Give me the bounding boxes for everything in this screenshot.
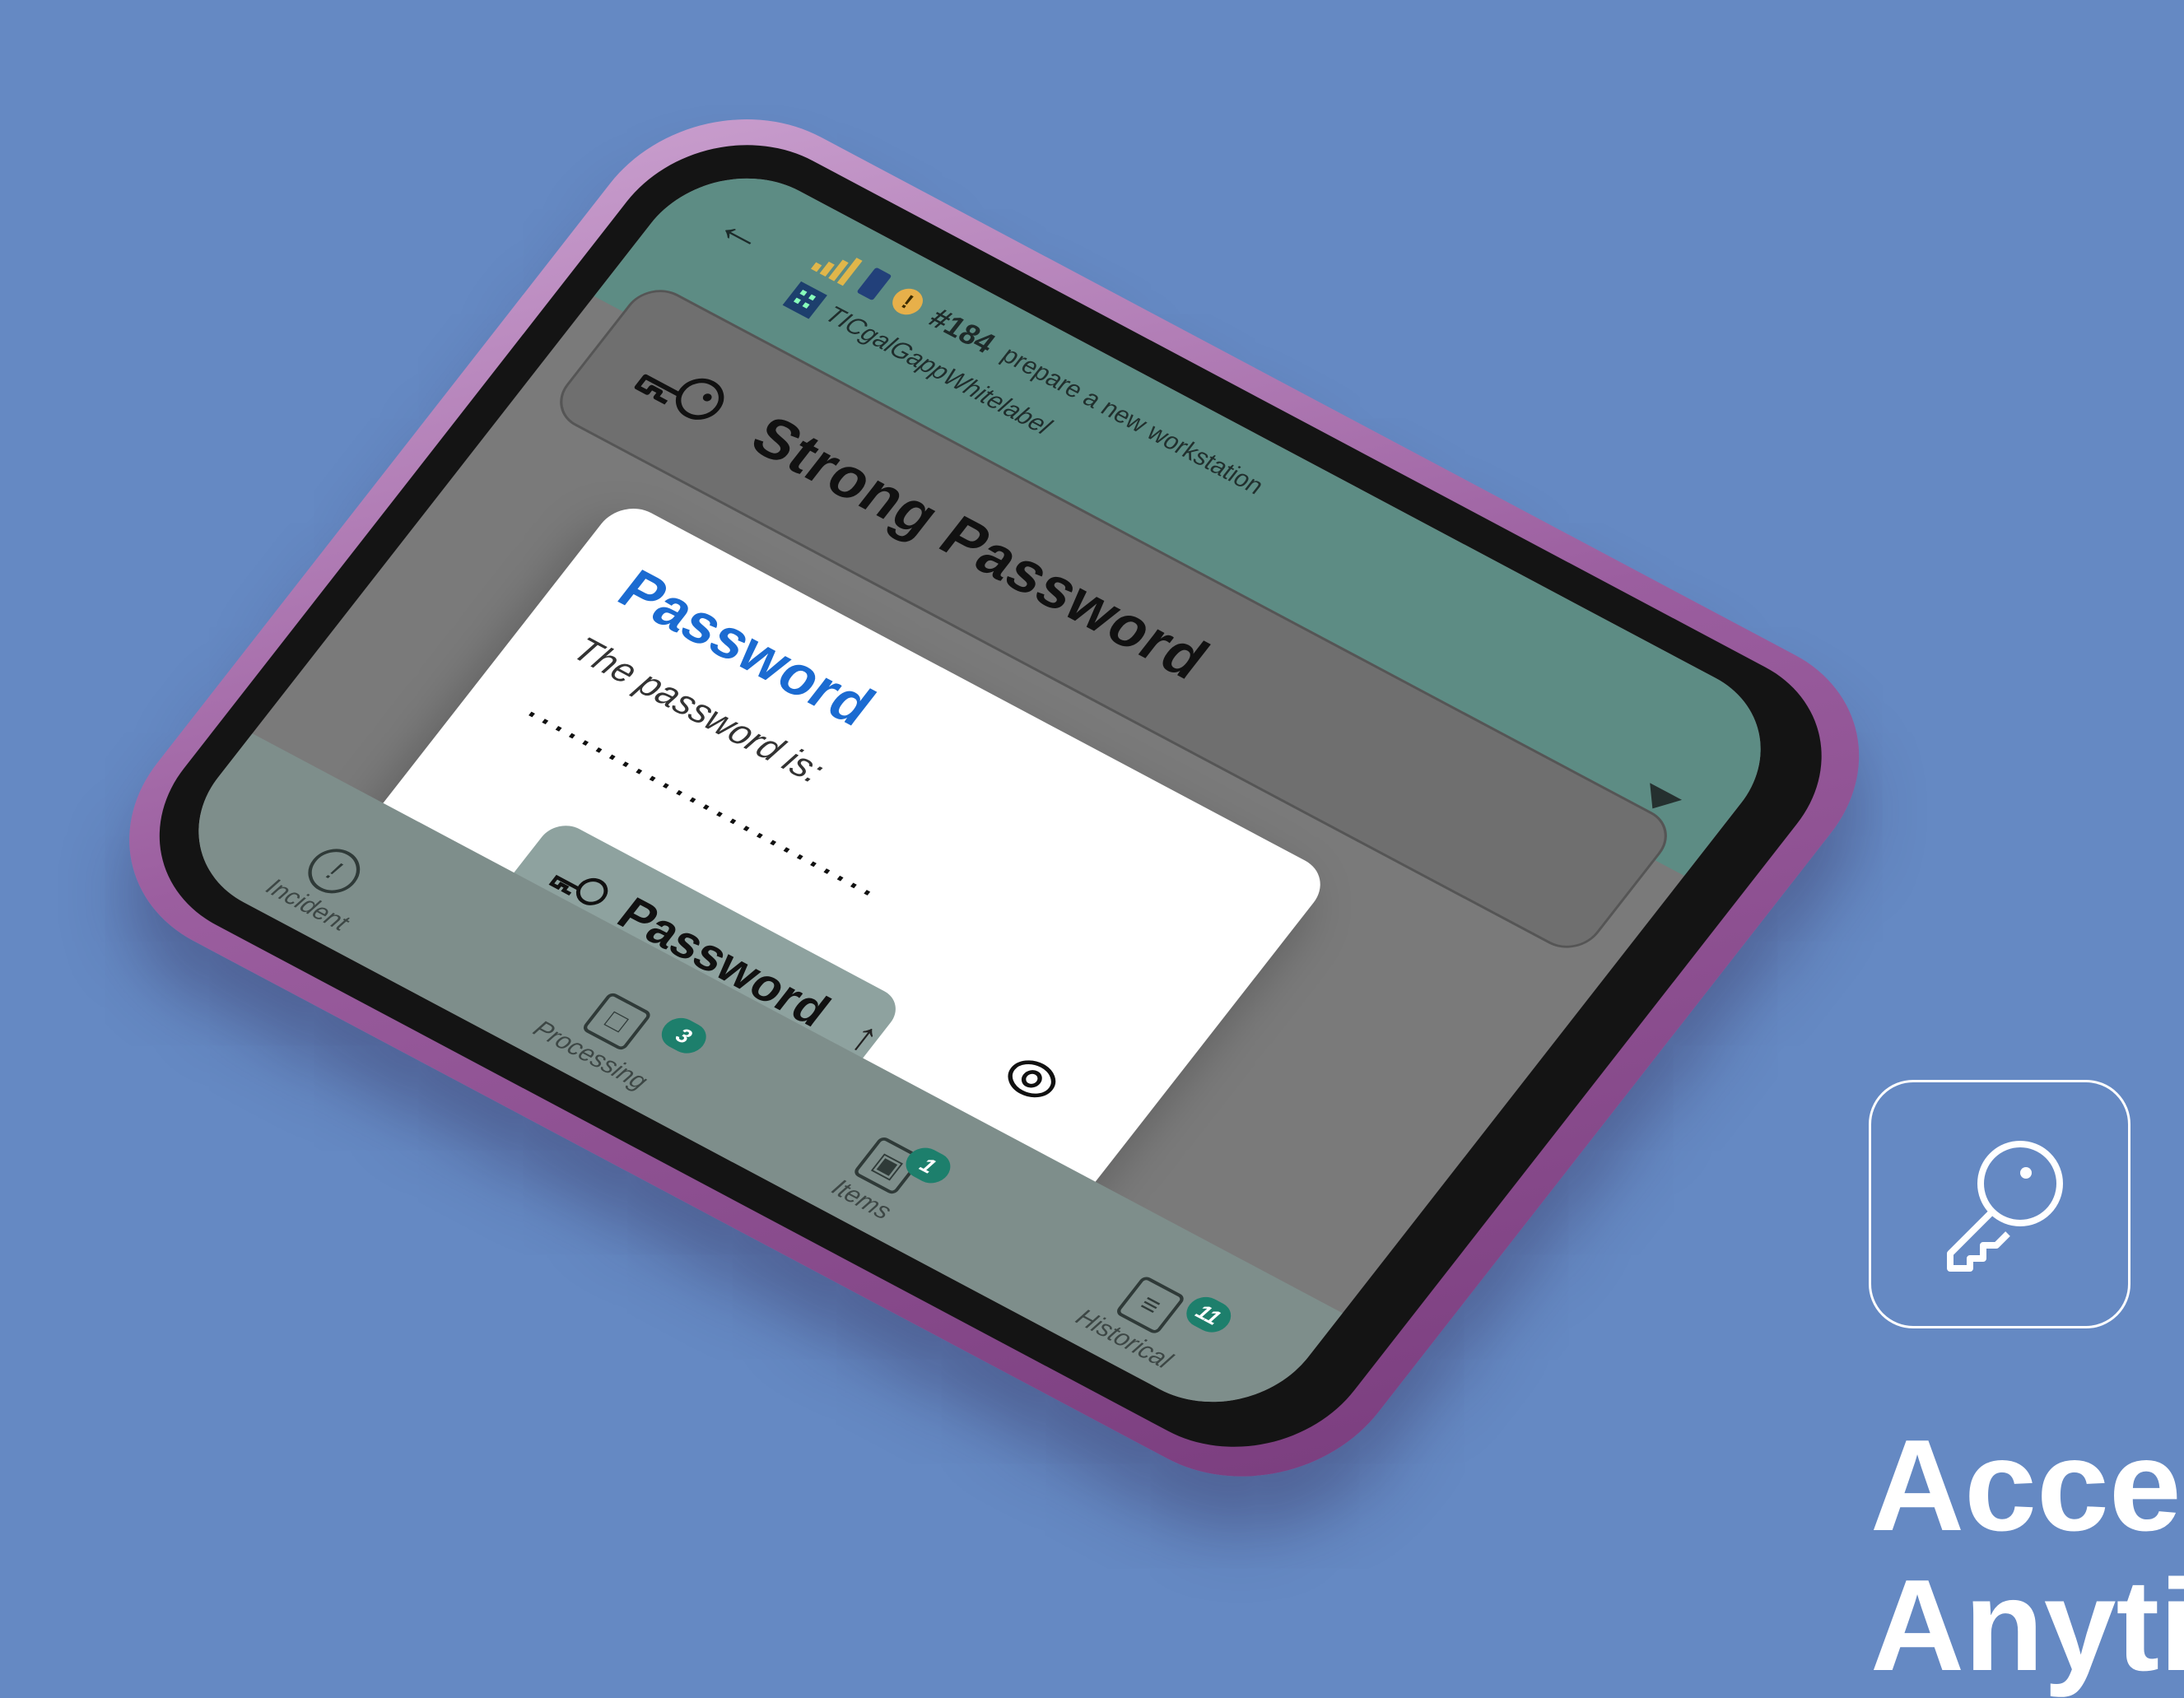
ticket-number: #184 — [922, 301, 1003, 360]
key-app-tile — [1869, 1080, 2130, 1328]
clock-icon: ! — [886, 283, 929, 320]
badge-count: 11 — [1179, 1291, 1238, 1338]
phone-mockup: ← ! #184 prepare a new workstation TICga… — [69, 71, 1919, 1524]
dialog-title: Password — [606, 558, 887, 737]
building-icon — [782, 281, 827, 319]
headline-line-1: Acces — [1870, 1413, 2184, 1558]
badge-count: 3 — [654, 1012, 714, 1059]
promo-headline: Acces Anytir — [1870, 1416, 2184, 1696]
nav-item-items[interactable]: ▣ 1 Items — [826, 1133, 957, 1226]
signal-icon — [810, 243, 864, 286]
battery-icon — [856, 267, 892, 301]
key-icon — [634, 374, 724, 420]
key-icon — [1947, 1141, 2063, 1272]
headline-line-2: Anytir — [1870, 1553, 2184, 1698]
arrow-left-icon: ← — [705, 198, 781, 263]
nav-item-incident[interactable]: ! Incident — [260, 831, 387, 937]
app-screen: ← ! #184 prepare a new workstation TICga… — [156, 144, 1803, 1436]
eye-icon[interactable] — [994, 1048, 1069, 1110]
back-button[interactable]: ← — [700, 194, 787, 267]
